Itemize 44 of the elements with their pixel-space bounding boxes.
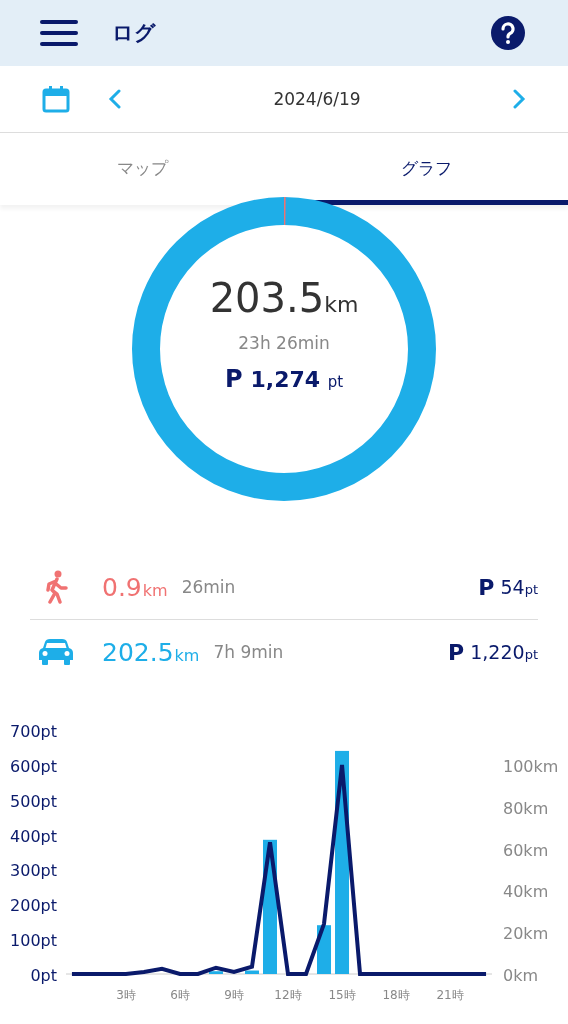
- axis-label: 0km: [503, 966, 539, 985]
- axis-label: 600pt: [10, 756, 57, 776]
- axis-label: 200pt: [10, 896, 57, 916]
- mode-duration: 26min: [181, 577, 236, 597]
- axis-label: 500pt: [10, 791, 57, 811]
- help-icon[interactable]: [491, 16, 525, 50]
- points-mark: P: [224, 365, 243, 393]
- axis-label: 60km: [503, 840, 549, 860]
- axis-label: 20km: [503, 924, 549, 944]
- axis-label: 700pt: [10, 722, 57, 741]
- axis-label: 12時: [274, 988, 302, 1002]
- axis-label: 3時: [116, 988, 136, 1002]
- axis-label: 0pt: [30, 966, 57, 985]
- axis-label: 6時: [170, 988, 190, 1002]
- axis-label: 40km: [503, 882, 549, 902]
- total-points: 1,274 pt: [250, 367, 344, 392]
- previous-day-icon[interactable]: [108, 89, 122, 109]
- points-mark: P: [478, 574, 495, 600]
- bar: [209, 971, 223, 974]
- points-mark: P: [448, 639, 465, 665]
- axis-label: 100km: [503, 756, 559, 776]
- mode-points: 54pt: [500, 576, 538, 598]
- total-distance: 203.5 km: [209, 275, 359, 321]
- mode-points: 1,220pt: [470, 641, 538, 663]
- calendar-icon[interactable]: [42, 85, 70, 113]
- menu-icon[interactable]: [40, 18, 78, 48]
- axis-label: 15時: [328, 988, 356, 1002]
- axis-label: 100pt: [10, 931, 57, 951]
- date-label: 2024/6/19: [272, 89, 362, 109]
- axis-label: 21時: [436, 988, 464, 1002]
- mode-distance: 0.9 km: [102, 572, 168, 602]
- mode-duration: 7h 9min: [213, 642, 284, 662]
- axis-label: 300pt: [10, 861, 57, 881]
- next-day-icon[interactable]: [512, 89, 526, 109]
- axis-label: 18時: [382, 988, 410, 1002]
- mode-distance: 202.5 km: [102, 637, 200, 667]
- bar: [245, 970, 259, 974]
- tab[interactable]: グラフ: [284, 133, 568, 205]
- page-title: ログ: [112, 20, 157, 47]
- axis-label: 400pt: [10, 826, 57, 846]
- tab[interactable]: マップ: [0, 133, 284, 205]
- axis-label: 9時: [224, 988, 244, 1002]
- axis-label: 80km: [503, 798, 549, 818]
- total-duration: 23h 26min: [238, 333, 330, 353]
